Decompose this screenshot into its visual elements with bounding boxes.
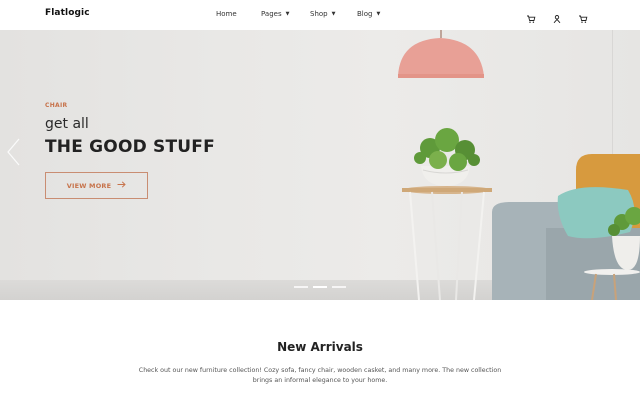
hero-slider: CHAIR get all THE GOOD STUFF VIEW MORE [0, 30, 640, 300]
slider-prev-arrow[interactable] [4, 137, 22, 167]
section-title: New Arrivals [277, 340, 363, 354]
hero-image [398, 30, 640, 300]
arrow-right-icon [117, 181, 127, 190]
chevron-down-icon: ▼ [376, 11, 381, 17]
nav-item-pages[interactable]: Pages ▼ [261, 10, 289, 18]
hero-headline: get all [45, 116, 89, 132]
bag-icon[interactable] [578, 9, 588, 23]
nav-item-label: Blog [357, 10, 373, 18]
slider-dot[interactable] [332, 286, 346, 288]
nav-item-blog[interactable]: Blog ▼ [357, 10, 380, 18]
section-description: Check out our new furniture collection! … [138, 367, 502, 384]
cart-icon[interactable] [526, 9, 536, 23]
view-more-label: VIEW MORE [66, 181, 112, 190]
chevron-down-icon: ▼ [331, 11, 336, 17]
nav-item-label: Home [216, 10, 237, 18]
nav-item-shop[interactable]: Shop ▼ [310, 10, 335, 18]
slider-dot[interactable] [294, 286, 308, 288]
chevron-down-icon: ▼ [285, 11, 290, 17]
slider-pagination [294, 286, 350, 290]
hero-title: THE GOOD STUFF [45, 137, 215, 157]
view-more-button[interactable]: VIEW MORE [45, 172, 148, 199]
header-actions [526, 9, 588, 24]
nav-item-home[interactable]: Home [216, 10, 237, 18]
site-header: Flatlogic Home Pages ▼ Shop ▼ Blog ▼ [0, 0, 640, 30]
slider-dot-active[interactable] [313, 286, 327, 288]
hero-eyebrow: CHAIR [45, 102, 68, 109]
nav-item-label: Shop [310, 10, 328, 18]
user-icon[interactable] [552, 9, 562, 24]
nav-item-label: Pages [261, 10, 282, 18]
